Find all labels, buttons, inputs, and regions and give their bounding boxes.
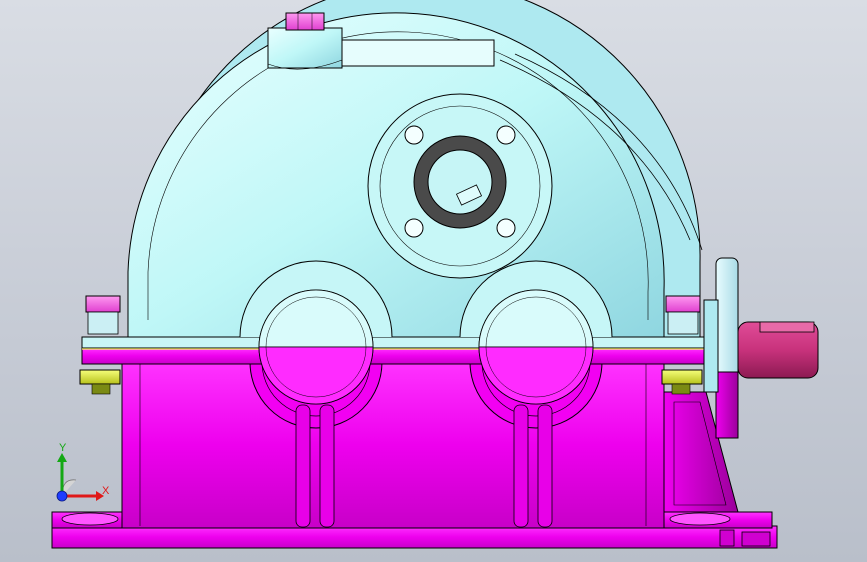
gear-reducer-model[interactable] <box>0 0 867 562</box>
y-axis-arrowhead <box>57 453 67 462</box>
housing-flange[interactable] <box>81 336 705 365</box>
cad-viewport[interactable]: X Y <box>0 0 867 562</box>
output-shaft-cover[interactable] <box>367 93 553 279</box>
reference-triad: X Y <box>48 440 118 510</box>
lower-housing[interactable] <box>121 361 739 529</box>
top-bolt[interactable] <box>285 12 325 31</box>
bearing-cap-left[interactable] <box>258 289 374 405</box>
x-axis-label: X <box>102 485 110 497</box>
bearing-cap-right[interactable] <box>478 289 594 405</box>
y-axis-label: Y <box>59 442 67 454</box>
input-shaft[interactable] <box>703 257 819 439</box>
z-axis-dot <box>56 490 68 502</box>
